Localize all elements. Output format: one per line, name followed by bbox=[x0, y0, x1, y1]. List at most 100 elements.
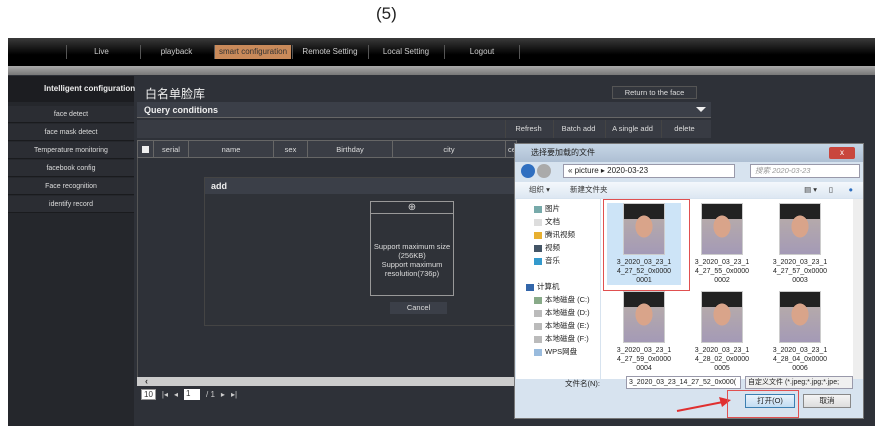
file-name: 3_2020_03_23_1 bbox=[772, 259, 828, 266]
nav-logout[interactable]: Logout bbox=[444, 45, 520, 59]
select-all-checkbox[interactable] bbox=[142, 146, 149, 153]
file-name: 4_28_02_0x0000 bbox=[694, 356, 750, 363]
tree-drive-f[interactable]: 本地磁盘 (F:) bbox=[534, 333, 589, 344]
tree-label: 本地磁盘 (C:) bbox=[545, 295, 590, 304]
delete-button[interactable]: delete bbox=[661, 120, 707, 138]
tree-wps-cloud[interactable]: WPS网盘 bbox=[534, 346, 577, 357]
tree-drive-d[interactable]: 本地磁盘 (D:) bbox=[534, 307, 590, 318]
tree-drive-e[interactable]: 本地磁盘 (E:) bbox=[534, 320, 589, 331]
filetype-select[interactable]: 自定义文件 (*.jpeg;*.jpg;*.jpe; bbox=[745, 376, 853, 389]
photo-thumbnail bbox=[779, 203, 821, 255]
tree-tencent-video[interactable]: 腾讯视频 bbox=[534, 229, 575, 240]
file-name: 0006 bbox=[792, 365, 808, 372]
col-birthday: Birthday bbox=[307, 141, 392, 158]
add-dialog-title: add bbox=[205, 178, 523, 194]
tree-drive-c[interactable]: 本地磁盘 (C:) bbox=[534, 294, 590, 305]
file-name: 0002 bbox=[714, 277, 730, 284]
file-item[interactable]: 3_2020_03_23_1 4_27_59_0x0000 0004 bbox=[607, 291, 681, 373]
collapse-triangle-icon[interactable] bbox=[696, 107, 706, 112]
forward-icon[interactable] bbox=[537, 164, 551, 178]
horizontal-scrollbar[interactable]: ‹ bbox=[137, 377, 517, 386]
photo-thumbnail bbox=[779, 291, 821, 343]
page-input[interactable]: 1 bbox=[184, 388, 201, 400]
new-folder-button[interactable]: 新建文件夹 bbox=[570, 185, 608, 194]
upload-box[interactable]: ⊕ Support maximum size (256KB) Support m… bbox=[370, 201, 454, 296]
view-icon[interactable]: ▤ ▾ bbox=[804, 182, 817, 198]
red-arrow-icon bbox=[676, 397, 731, 412]
sidebar-item-facebook-config[interactable]: facebook config bbox=[8, 160, 134, 177]
file-item[interactable]: 3_2020_03_23_1 4_28_02_0x0000 0005 bbox=[685, 291, 759, 373]
prev-page-icon[interactable]: ◂ bbox=[174, 390, 178, 399]
highlight-box bbox=[727, 390, 799, 418]
tree-music[interactable]: 音乐 bbox=[534, 255, 560, 266]
col-serial: serial bbox=[153, 141, 188, 158]
nav-remote-setting[interactable]: Remote Setting bbox=[292, 45, 367, 59]
file-item[interactable]: 3_2020_03_23_1 4_27_55_0x0000 0002 bbox=[685, 203, 759, 285]
first-page-icon[interactable]: |◂ bbox=[162, 390, 168, 399]
organize-button[interactable]: 组织 ▾ bbox=[529, 185, 550, 194]
plus-circle-icon[interactable]: ⊕ bbox=[371, 202, 453, 214]
sidebar-item-face-detect[interactable]: face detect bbox=[8, 106, 134, 123]
upload-hint-line: Support maximum bbox=[381, 260, 443, 269]
next-page-icon[interactable]: ▸ bbox=[221, 390, 225, 399]
file-name: 3_2020_03_23_1 bbox=[694, 347, 750, 354]
tree-label: WPS网盘 bbox=[545, 347, 578, 356]
file-name: 0003 bbox=[792, 277, 808, 284]
cancel-button[interactable]: Cancel bbox=[390, 302, 447, 314]
file-name: 3_2020_03_23_1 bbox=[616, 347, 672, 354]
file-item[interactable]: 3_2020_03_23_1 4_28_04_0x0000 0006 bbox=[763, 291, 837, 373]
nav-local-setting[interactable]: Local Setting bbox=[368, 45, 443, 59]
tree-videos[interactable]: 视频 bbox=[534, 242, 560, 253]
highlight-box bbox=[603, 199, 690, 291]
sidebar-item-face-recognition[interactable]: Face recognition bbox=[8, 178, 134, 195]
dialog-cancel-button[interactable]: 取消 bbox=[803, 394, 851, 408]
total-pages: / 1 bbox=[206, 389, 215, 399]
col-name: name bbox=[188, 141, 273, 158]
path-segment[interactable]: 2020-03-23 bbox=[607, 166, 648, 175]
refresh-button[interactable]: Refresh bbox=[505, 120, 551, 138]
last-page-icon[interactable]: ▸| bbox=[231, 390, 237, 399]
return-to-face-button[interactable]: Return to the face bbox=[612, 86, 697, 99]
sidebar-item-identify-record[interactable]: identify record bbox=[8, 196, 134, 213]
filename-label: 文件名(N): bbox=[565, 379, 600, 388]
file-name: 3_2020_03_23_1 bbox=[772, 347, 828, 354]
photo-thumbnail bbox=[623, 291, 665, 343]
nav-smart-configuration[interactable]: smart configuration bbox=[214, 45, 291, 59]
search-input[interactable]: 搜索 2020-03-23 bbox=[750, 164, 860, 178]
file-item[interactable]: 3_2020_03_23_1 4_27_57_0x0000 0003 bbox=[763, 203, 837, 285]
drive-icon bbox=[534, 296, 542, 304]
drive-icon bbox=[534, 335, 542, 343]
preview-pane-icon[interactable]: ▯ bbox=[829, 182, 833, 198]
col-sex: sex bbox=[273, 141, 307, 158]
vertical-scrollbar[interactable] bbox=[853, 199, 863, 379]
tree-computer[interactable]: 计算机 bbox=[526, 281, 560, 292]
back-icon[interactable] bbox=[521, 164, 535, 178]
tree-documents[interactable]: 文档 bbox=[534, 216, 560, 227]
figure-caption: (5) bbox=[376, 4, 397, 23]
address-bar[interactable]: « picture ▸ 2020-03-23 bbox=[563, 164, 735, 178]
nav-playback[interactable]: playback bbox=[140, 45, 212, 59]
batch-add-button[interactable]: Batch add bbox=[553, 120, 603, 138]
nav-live[interactable]: Live bbox=[66, 45, 136, 59]
file-name: 4_27_59_0x0000 bbox=[616, 356, 672, 363]
folder-tree: 图片 文档 腾讯视频 视频 音乐 计算机 本地磁盘 (C:) 本地磁盘 (D:)… bbox=[516, 199, 600, 379]
help-icon[interactable]: ● bbox=[848, 182, 853, 198]
sidebar-item-face-mask-detect[interactable]: face mask detect bbox=[8, 124, 134, 141]
tree-pictures[interactable]: 图片 bbox=[534, 203, 560, 214]
col-city: city bbox=[392, 141, 505, 158]
tree-label: 本地磁盘 (F:) bbox=[545, 334, 589, 343]
filename-input[interactable]: 3_2020_03_23_14_27_52_0x000( bbox=[626, 376, 741, 389]
folder-icon bbox=[534, 231, 542, 239]
close-button[interactable]: x bbox=[829, 147, 855, 159]
file-name: 4_27_55_0x0000 bbox=[694, 268, 750, 275]
file-open-dialog: 选择要加载的文件 x « picture ▸ 2020-03-23 搜索 202… bbox=[514, 143, 864, 419]
sidebar: Intelligent configuration face detect fa… bbox=[8, 76, 135, 426]
single-add-button[interactable]: A single add bbox=[605, 120, 659, 138]
file-name: 0004 bbox=[636, 365, 652, 372]
upload-hint-line: resolution(736p) bbox=[384, 269, 440, 278]
sidebar-item-temperature-monitoring[interactable]: Temperature monitoring bbox=[8, 142, 134, 159]
page-size-select[interactable]: 10 bbox=[141, 388, 156, 400]
path-segment[interactable]: picture bbox=[575, 166, 599, 175]
query-conditions-bar[interactable]: Query conditions bbox=[137, 102, 711, 118]
file-dialog-title: 选择要加载的文件 bbox=[515, 144, 863, 162]
